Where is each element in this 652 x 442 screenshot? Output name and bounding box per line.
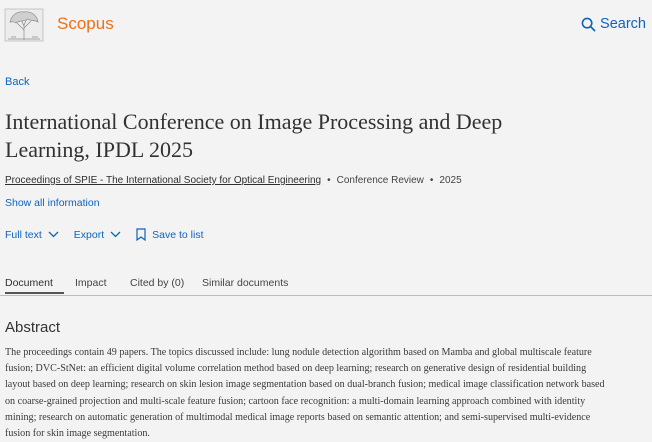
tab-cited-by[interactable]: Cited by (0) (130, 277, 184, 289)
abstract-text: The proceedings contain 49 papers. The t… (5, 347, 605, 440)
full-text-label: Full text (5, 228, 42, 241)
elsevier-tree-logo[interactable] (4, 8, 44, 42)
separator-dot: • (327, 175, 331, 186)
tab-similar-documents[interactable]: Similar documents (202, 277, 288, 289)
show-all-information-link[interactable]: Show all information (5, 197, 100, 209)
document-type: Conference Review (336, 175, 424, 186)
search-icon (581, 17, 596, 31)
active-tab-indicator (5, 292, 64, 294)
separator-dot: • (429, 175, 434, 186)
tab-document[interactable]: Document (5, 277, 53, 289)
brand-name[interactable]: Scopus (57, 14, 114, 34)
chevron-down-icon (48, 231, 59, 238)
publication-year: 2025 (439, 175, 462, 186)
top-bar: Scopus Search (0, 0, 652, 50)
back-link[interactable]: Back (5, 76, 29, 88)
tab-impact[interactable]: Impact (75, 277, 107, 289)
export-label: Export (73, 228, 105, 241)
save-to-list-label: Save to list (152, 228, 204, 241)
search-label: Search (600, 16, 646, 32)
action-bar: Full text Export Save to list (5, 228, 203, 241)
chevron-down-icon (110, 231, 121, 238)
save-to-list-button[interactable]: Save to list (136, 228, 203, 241)
document-tabs: Document Impact Cited by (0) Similar doc… (0, 270, 652, 296)
source-title-link[interactable]: Proceedings of SPIE - The International … (5, 175, 321, 186)
page-title: International Conference on Image Proces… (5, 109, 503, 162)
bookmark-icon (136, 228, 146, 241)
export-dropdown[interactable]: Export (74, 229, 121, 241)
document-meta: Proceedings of SPIE - The International … (5, 175, 462, 186)
search-button[interactable]: Search (581, 16, 646, 32)
full-text-dropdown[interactable]: Full text (5, 229, 59, 241)
abstract-heading: Abstract (5, 319, 61, 336)
